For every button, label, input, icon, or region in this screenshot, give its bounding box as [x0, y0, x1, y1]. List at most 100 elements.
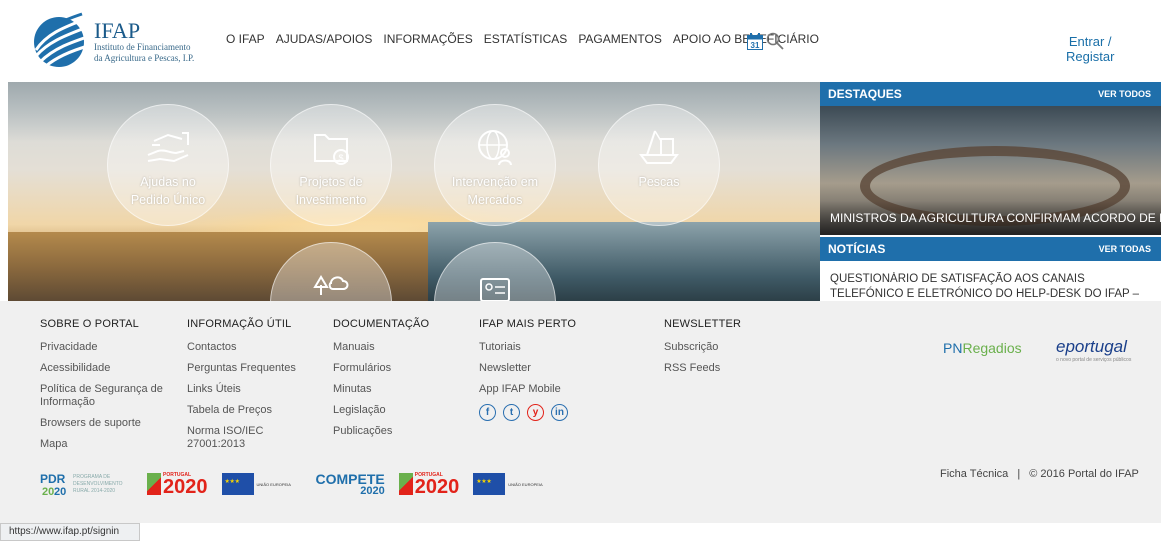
- svg-text:20: 20: [54, 486, 66, 497]
- nav-informacoes[interactable]: INFORMAÇÕES: [383, 32, 472, 46]
- portugal-flag-icon: [147, 473, 161, 495]
- globe-person-icon: [478, 130, 512, 166]
- twitter-icon[interactable]: t: [503, 404, 520, 421]
- ifap-logo-icon: [34, 12, 90, 68]
- footer-col-mais-perto: IFAP MAIS PERTO Tutoriais Newsletter App…: [479, 318, 619, 421]
- ficha-tecnica-link[interactable]: Ficha Técnica: [940, 468, 1008, 480]
- footer-link-mapa[interactable]: Mapa: [40, 438, 170, 451]
- destaque-caption[interactable]: MINISTROS DA AGRICULTURA CONFIRMAM ACORD…: [820, 201, 1161, 235]
- linkedin-icon[interactable]: in: [551, 404, 568, 421]
- site-header: IFAP Instituto de Financiamento da Agric…: [0, 0, 1161, 82]
- footer-link-newsletter[interactable]: Newsletter: [479, 362, 619, 375]
- tile-label-line1: Projetos de: [299, 175, 363, 189]
- footer-link-privacidade[interactable]: Privacidade: [40, 341, 170, 354]
- footer-link-browsers[interactable]: Browsers de suporte: [40, 417, 170, 430]
- footer-separator: |: [1017, 468, 1021, 480]
- portugal-2020-text: 2020: [163, 476, 208, 498]
- footer-link-publicacoes[interactable]: Publicações: [333, 425, 453, 438]
- portugal-flag-icon: [398, 473, 413, 495]
- footer-col-title: NEWSLETTER: [664, 318, 742, 330]
- svg-text:20: 20: [42, 486, 54, 497]
- footer-col-newsletter: NEWSLETTER Subscrição RSS Feeds: [664, 318, 784, 383]
- tile-label: Intervenção em Mercados: [452, 173, 538, 209]
- tile-pescas[interactable]: Pescas: [598, 104, 720, 226]
- hand-coins-icon: [147, 132, 189, 163]
- nav-apoio-beneficiario[interactable]: APOIO AO BENEFICIÁRIO: [673, 32, 819, 46]
- pdr-text: PROGRAMA DE DESENVOLVIMENTO RURAL 2014-2…: [73, 473, 123, 494]
- footer-link-links-uteis[interactable]: Links Úteis: [187, 383, 322, 396]
- browser-status-bar: https://www.ifap.pt/signin: [0, 523, 140, 541]
- tile-label: Pescas: [639, 173, 680, 191]
- social-links: f t y in: [479, 404, 619, 421]
- news-item[interactable]: QUESTIONÁRIO DE SATISFAÇÃO AOS CANAIS TE…: [830, 272, 1155, 301]
- search-icon[interactable]: [766, 32, 784, 50]
- destaque-photo[interactable]: MINISTROS DA AGRICULTURA CONFIRMAM ACORD…: [820, 106, 1161, 235]
- footer-link-tutoriais[interactable]: Tutoriais: [479, 341, 619, 354]
- portugal2020-logo-2: PORTUGAL 2020: [398, 472, 460, 498]
- footer-link-formularios[interactable]: Formulários: [333, 362, 453, 375]
- noticias-header: NOTÍCIAS VER TODAS: [820, 237, 1161, 261]
- nav-estatisticas[interactable]: ESTATÍSTICAS: [484, 32, 568, 46]
- destaques-title: DESTAQUES: [828, 87, 902, 101]
- logo-text: IFAP Instituto de Financiamento da Agric…: [94, 20, 194, 64]
- logo-subtitle-2: da Agricultura e Pescas, I.P.: [94, 53, 195, 63]
- eportugal-logo[interactable]: eportugal o novo portal de serviços públ…: [1056, 337, 1131, 363]
- sidebar: DESTAQUES VER TODOS MINISTROS DA AGRICUL…: [820, 82, 1161, 301]
- eu-flag-icon: [221, 473, 254, 495]
- calendar-day: 31: [751, 41, 760, 50]
- tile-intervencao-mercados[interactable]: Intervenção em Mercados: [434, 104, 556, 226]
- svg-text:$: $: [338, 153, 343, 163]
- pdr-icon: PDR 20 20: [40, 472, 66, 497]
- footer-col-informacao: INFORMAÇÃO ÚTIL Contactos Perguntas Freq…: [187, 318, 322, 459]
- regadios-logo-text: Regadios: [962, 340, 1022, 356]
- footer-col-sobre: SOBRE O PORTAL Privacidade Acessibilidad…: [40, 318, 170, 459]
- tile-label-line1: Intervenção em: [451, 175, 539, 189]
- pn-regadios-logo[interactable]: PNRegadios: [943, 340, 1022, 356]
- footer-link-tabela-precos[interactable]: Tabela de Preços: [187, 404, 322, 417]
- ver-todas-link[interactable]: VER TODAS: [1099, 244, 1151, 254]
- footer-col-documentacao: DOCUMENTAÇÃO Manuais Formulários Minutas…: [333, 318, 453, 446]
- copyright-text: © 2016 Portal do IFAP: [1029, 468, 1139, 480]
- fishing-boat-icon: [639, 130, 679, 164]
- ver-todos-link[interactable]: VER TODOS: [1098, 89, 1151, 99]
- footer-link-seguranca[interactable]: Política de Segurança de Informação: [40, 383, 170, 409]
- funding-logos: PDR 20 20 PROGRAMA DE DESENVOLVIMENTO RU…: [40, 469, 553, 499]
- footer-link-rss[interactable]: RSS Feeds: [664, 362, 784, 375]
- tile-projetos-investimento[interactable]: $ Projetos de Investimento: [270, 104, 392, 226]
- login-link[interactable]: Entrar /: [1066, 34, 1114, 49]
- pn-logo-text: PN: [943, 340, 963, 356]
- footer-link-minutas[interactable]: Minutas: [333, 383, 453, 396]
- footer-link-legislacao[interactable]: Legislação: [333, 404, 453, 417]
- eu-text: UNIÃO EUROPEIA: [508, 481, 543, 487]
- logo-title: IFAP: [94, 18, 141, 43]
- pdr2020-logo: PDR 20 20 PROGRAMA DE DESENVOLVIMENTO RU…: [40, 471, 133, 497]
- eu-flag-icon: [473, 473, 506, 495]
- portugal-2020-text: 2020: [414, 476, 460, 498]
- footer-link-app-mobile[interactable]: App IFAP Mobile: [479, 383, 619, 396]
- nav-pagamentos[interactable]: PAGAMENTOS: [578, 32, 662, 46]
- tile-ajudas-pedido-unico[interactable]: Ajudas no Pedido Único: [107, 104, 229, 226]
- eportugal-logo-text: eportugal: [1056, 337, 1127, 356]
- footer-link-manuais[interactable]: Manuais: [333, 341, 453, 354]
- nav-ajudas-apoios[interactable]: AJUDAS/APOIOS: [276, 32, 373, 46]
- footer-link-iso[interactable]: Norma ISO/IEC 27001:2013: [187, 425, 322, 451]
- main-nav: O IFAP AJUDAS/APOIOS INFORMAÇÕES ESTATÍS…: [226, 32, 819, 46]
- facebook-icon[interactable]: f: [479, 404, 496, 421]
- footer-link-acessibilidade[interactable]: Acessibilidade: [40, 362, 170, 375]
- footer-link-subscricao[interactable]: Subscrição: [664, 341, 784, 354]
- ifap-logo[interactable]: IFAP Instituto de Financiamento da Agric…: [28, 12, 194, 68]
- footer-col-title: IFAP MAIS PERTO: [479, 318, 577, 330]
- footer-link-faq[interactable]: Perguntas Frequentes: [187, 362, 322, 375]
- hero-banner: Ajudas no Pedido Único $ Projetos de Inv…: [8, 82, 820, 301]
- footer: SOBRE O PORTAL Privacidade Acessibilidad…: [0, 301, 1161, 523]
- compete2020-logo: COMPETE 2020: [316, 472, 385, 497]
- tile-label: Ajudas no Pedido Único: [131, 173, 205, 209]
- youtube-icon[interactable]: y: [527, 404, 544, 421]
- register-link[interactable]: Registar: [1066, 49, 1114, 64]
- footer-col-title: INFORMAÇÃO ÚTIL: [187, 318, 292, 330]
- footer-credits: Ficha Técnica | © 2016 Portal do IFAP: [940, 468, 1139, 480]
- nav-o-ifap[interactable]: O IFAP: [226, 32, 265, 46]
- calendar-icon[interactable]: 31: [747, 33, 763, 50]
- footer-link-contactos[interactable]: Contactos: [187, 341, 322, 354]
- login-register-link[interactable]: Entrar / Registar: [1066, 34, 1114, 64]
